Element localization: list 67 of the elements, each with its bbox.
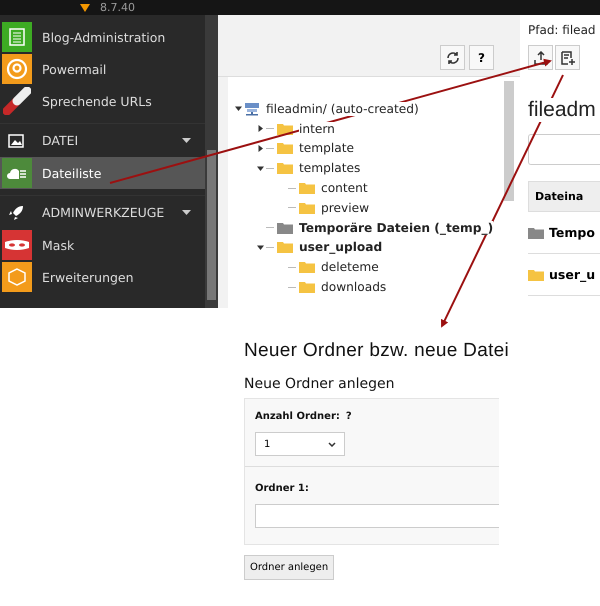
box-icon	[8, 268, 26, 286]
pill-icon	[3, 87, 31, 115]
field-label: Ordner 1:	[255, 483, 310, 494]
mask-icon	[4, 238, 30, 252]
rocket-icon	[8, 204, 24, 220]
sidebar-item[interactable]: Powermail	[0, 53, 205, 85]
caret-right-icon[interactable]	[256, 144, 264, 152]
help-link[interactable]: ?	[346, 411, 352, 422]
sidebar-item[interactable]: Dateiliste	[0, 157, 205, 189]
storage-icon	[244, 102, 260, 116]
path-label: Pfad: filead	[528, 23, 597, 37]
sidebar-item[interactable]: Erweiterungen	[0, 261, 205, 293]
tree-item[interactable]: downloads	[321, 280, 386, 294]
help-button[interactable]: ?	[469, 45, 494, 70]
cloud-icon	[7, 166, 27, 180]
refresh-button[interactable]	[440, 45, 465, 70]
caret-down-icon[interactable]	[182, 210, 191, 215]
chevron-down-icon	[328, 442, 336, 446]
scrollbar-thumb[interactable]	[207, 150, 216, 300]
caret-down-icon[interactable]	[256, 244, 264, 251]
create-folder-button[interactable]: Ordner anlegen	[244, 555, 334, 580]
caret-down-icon[interactable]	[234, 105, 242, 112]
sidebar-item[interactable]: Blog-Administration	[0, 21, 205, 53]
refresh-icon	[446, 50, 460, 64]
folder-icon	[277, 142, 293, 154]
folder-icon	[528, 268, 544, 280]
table-icon	[9, 28, 25, 46]
column-header[interactable]: Dateina	[528, 181, 600, 212]
tree-item[interactable]: templates	[299, 161, 360, 176]
search-field[interactable]	[528, 134, 600, 165]
folder-icon	[528, 226, 544, 238]
folder-icon	[277, 162, 293, 174]
folder-icon	[277, 241, 293, 254]
dialog-title: Neuer Ordner bzw. neue Datei	[244, 340, 510, 362]
version-label: 8.7.40	[100, 1, 135, 14]
tree-item[interactable]: intern	[299, 122, 335, 136]
table-cell[interactable]: Tempo	[549, 225, 595, 240]
caret-down-icon[interactable]	[182, 138, 191, 143]
image-icon	[8, 134, 24, 148]
caret-right-icon[interactable]	[256, 125, 264, 132]
folder-icon	[299, 261, 315, 274]
new-file-button[interactable]	[555, 45, 580, 70]
section-title: Neue Ordner anlegen	[244, 376, 396, 392]
tree-item[interactable]: preview	[321, 200, 370, 215]
page-heading: fileadm	[528, 98, 596, 122]
folder-icon	[299, 182, 315, 194]
logo-icon	[80, 4, 90, 12]
tree-item[interactable]: content	[321, 181, 368, 196]
folder-icon	[277, 122, 293, 135]
upload-icon	[534, 50, 548, 64]
tree-item[interactable]: Temporäre Dateien (_temp_)	[299, 220, 494, 235]
new-file-icon	[560, 50, 574, 64]
sidebar-item[interactable]: Mask	[0, 229, 205, 261]
field-label: Anzahl Ordner:	[255, 411, 340, 422]
folder-icon	[299, 202, 315, 214]
folder-name-field[interactable]	[255, 504, 499, 528]
caret-down-icon[interactable]	[256, 164, 264, 172]
sidebar-item[interactable]: Sprechende URLs	[0, 85, 205, 117]
folder-icon	[299, 281, 315, 294]
scrollbar-thumb[interactable]	[504, 81, 514, 201]
tree-item[interactable]: deleteme	[321, 260, 379, 274]
table-cell[interactable]: user_u	[549, 267, 596, 282]
tree-item[interactable]: fileadmin/ (auto-created)	[266, 102, 419, 116]
tree-item[interactable]: template	[299, 141, 354, 156]
folder-icon	[277, 222, 293, 234]
tree-item[interactable]: user_upload	[299, 240, 382, 254]
count-select[interactable]: 1	[255, 432, 345, 456]
